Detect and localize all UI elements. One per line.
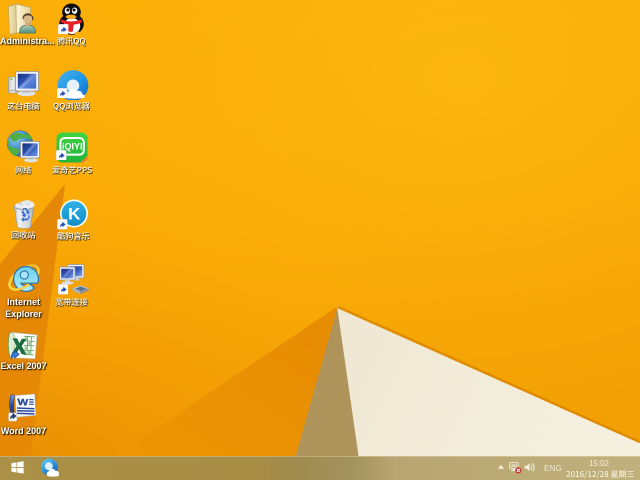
svg-text:K: K <box>68 205 81 224</box>
